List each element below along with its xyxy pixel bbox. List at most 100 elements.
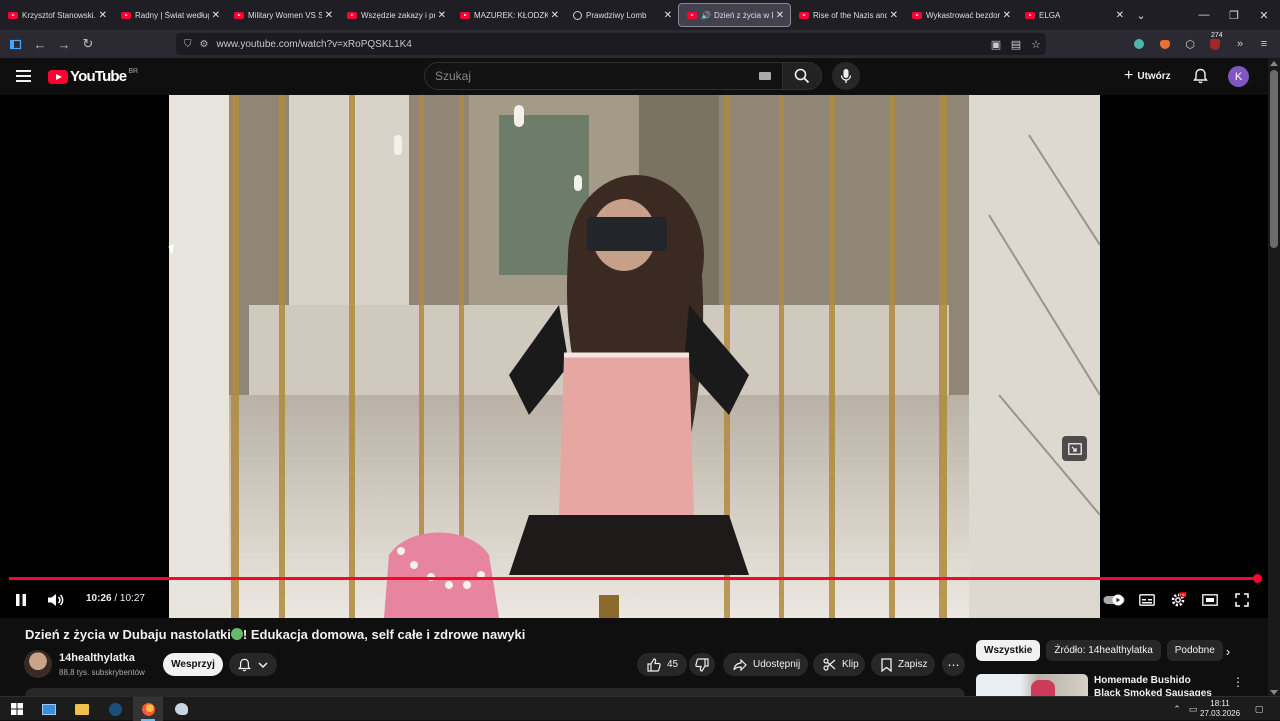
guide-menu-icon[interactable]: [16, 70, 31, 82]
close-tab-icon[interactable]: ✕: [325, 10, 333, 21]
video-player[interactable]: 10:26 / 10:27 HD: [0, 95, 1268, 618]
voice-search-button[interactable]: [832, 62, 860, 90]
close-tab-icon[interactable]: ✕: [551, 10, 559, 21]
taskbar-pc-icon[interactable]: [34, 697, 64, 721]
app-bird-icon[interactable]: [166, 697, 196, 721]
tray-chevron-icon[interactable]: ⌃: [1170, 702, 1184, 716]
support-button[interactable]: Wesprzyj: [163, 653, 223, 676]
video-frame[interactable]: [169, 95, 1100, 618]
close-window-button[interactable]: ✕: [1248, 0, 1280, 30]
person-emoji-icon: [230, 628, 243, 640]
close-tab-icon[interactable]: ✕: [664, 10, 672, 21]
browser-tab[interactable]: MAZUREK: KŁODZKO✕: [452, 0, 565, 30]
page-scrollbar[interactable]: [1268, 58, 1280, 698]
scroll-up-arrow[interactable]: [1270, 61, 1278, 66]
browser-tab[interactable]: ELGA ✕: [1017, 0, 1130, 30]
chips-next-arrow-icon[interactable]: ›: [1220, 642, 1236, 660]
clip-button[interactable]: Klip: [813, 653, 865, 676]
address-bar[interactable]: ⛉ ⚙ www.youtube.com/watch?v=xRoPQSKL1K4 …: [176, 33, 1046, 55]
app-menu-icon[interactable]: ≡: [1255, 35, 1273, 53]
share-button[interactable]: Udostępnij: [723, 653, 808, 676]
channel-name[interactable]: 14healthylatka: [59, 652, 135, 664]
browser-tab[interactable]: Krzysztof Stanowski. ✕: [0, 0, 113, 30]
filter-chip[interactable]: Źródło: 14healthylatka: [1046, 640, 1161, 661]
dislike-button[interactable]: [689, 653, 715, 676]
browser-tab[interactable]: Rise of the Nazis and ✕: [791, 0, 904, 30]
browser-tab[interactable]: Wykastrować bezdom ✕: [904, 0, 1017, 30]
steam-icon[interactable]: [100, 697, 130, 721]
tab-audio-icon[interactable]: 🔊: [701, 11, 711, 20]
notification-center-icon[interactable]: ▢: [1252, 702, 1266, 716]
reload-button[interactable]: ↻: [76, 30, 100, 58]
scrollbar-thumb[interactable]: [1270, 70, 1278, 248]
save-label: Zapisz: [898, 659, 928, 670]
keyboard-icon[interactable]: [759, 72, 771, 80]
search-button[interactable]: [782, 62, 822, 90]
browser-tab[interactable]: Wszędzie zakazy i pr ✕: [339, 0, 452, 30]
browser-tab[interactable]: 🔊 Dzień z życia w D ✕: [678, 3, 791, 27]
shield-icon[interactable]: ⛉: [184, 39, 192, 50]
bookmark-star-icon[interactable]: ☆: [1028, 36, 1044, 52]
notifications-button[interactable]: [1190, 66, 1210, 86]
file-explorer-icon[interactable]: [67, 697, 97, 721]
privacy-shield-icon[interactable]: [1130, 35, 1148, 53]
close-tab-icon[interactable]: ✕: [776, 10, 784, 21]
maximize-button[interactable]: ❐: [1218, 0, 1250, 30]
scroll-down-arrow[interactable]: [1270, 690, 1278, 695]
more-actions-button[interactable]: ⋯: [942, 653, 965, 676]
settings-button[interactable]: HD: [1167, 589, 1189, 611]
picture-in-picture-icon[interactable]: ▣: [988, 36, 1004, 52]
autoplay-toggle[interactable]: [1102, 589, 1126, 611]
browser-tab[interactable]: Radny | Świat według ✕: [113, 0, 226, 30]
save-button[interactable]: Zapisz: [871, 653, 935, 676]
recommended-title[interactable]: Homemade Bushido Black Smoked Sausages i…: [1094, 674, 1214, 698]
start-button[interactable]: [2, 697, 32, 721]
minimize-button[interactable]: —: [1188, 0, 1220, 30]
mute-button[interactable]: [44, 589, 68, 611]
like-button[interactable]: 45: [637, 653, 687, 676]
browser-tab[interactable]: Prawdziwy Lomb ✕: [565, 0, 678, 30]
network-icon[interactable]: ▭: [1186, 702, 1200, 716]
close-tab-icon[interactable]: ✕: [1003, 10, 1011, 21]
progress-bar[interactable]: [9, 574, 1262, 583]
close-tab-icon[interactable]: ✕: [890, 10, 898, 21]
tab-list-dropdown[interactable]: ⌄: [1130, 9, 1152, 22]
fullscreen-button[interactable]: [1231, 589, 1253, 611]
close-tab-icon[interactable]: ✕: [1116, 10, 1124, 21]
miniplayer-toggle-button[interactable]: [1199, 589, 1221, 611]
search-input[interactable]: [435, 69, 735, 83]
site-permissions-icon[interactable]: ⚙: [200, 39, 209, 50]
recommended-thumbnail[interactable]: [976, 674, 1088, 698]
close-tab-icon[interactable]: ✕: [212, 10, 220, 21]
subscription-bell-button[interactable]: [229, 653, 277, 676]
channel-avatar[interactable]: [24, 650, 52, 678]
browser-tab-label: Wszędzie zakazy i pr: [361, 10, 435, 20]
account-avatar[interactable]: K: [1228, 66, 1249, 87]
close-tab-icon[interactable]: ✕: [438, 10, 446, 21]
sidebar-toggle-icon[interactable]: [4, 30, 28, 58]
ublock-icon[interactable]: 274: [1206, 32, 1224, 53]
extension-fox-icon[interactable]: [1156, 35, 1174, 53]
filter-chip[interactable]: Wszystkie: [976, 640, 1041, 661]
browser-tab[interactable]: Military Women VS S ✕: [226, 0, 339, 30]
youtube-logo[interactable]: YouTube BR: [48, 68, 138, 85]
filter-chip[interactable]: Podobne: [1166, 640, 1223, 661]
extensions-puzzle-icon[interactable]: ⬡: [1181, 35, 1199, 53]
progress-scrubber[interactable]: [1252, 574, 1262, 583]
thumbs-down-icon: [695, 657, 709, 672]
overflow-chevron-icon[interactable]: »: [1231, 35, 1249, 53]
recommended-menu-icon[interactable]: ⋮: [1232, 674, 1244, 690]
thumbs-up-icon: [647, 657, 661, 672]
url-text[interactable]: www.youtube.com/watch?v=xRoPQSKL1K4: [216, 39, 411, 50]
pause-button[interactable]: [10, 589, 32, 611]
firefox-icon[interactable]: [133, 697, 163, 721]
subtitles-button[interactable]: [1136, 589, 1158, 611]
back-button[interactable]: ←: [28, 30, 52, 58]
forward-button[interactable]: →: [52, 30, 76, 58]
taskbar-clock[interactable]: 18:11 27.03.2026: [1200, 699, 1240, 719]
close-tab-icon[interactable]: ✕: [99, 10, 107, 21]
miniplayer-button[interactable]: [1062, 436, 1087, 461]
search-box[interactable]: [424, 62, 784, 90]
create-button[interactable]: + Utwórz: [1116, 64, 1179, 88]
reader-view-icon[interactable]: ▤: [1008, 36, 1024, 52]
